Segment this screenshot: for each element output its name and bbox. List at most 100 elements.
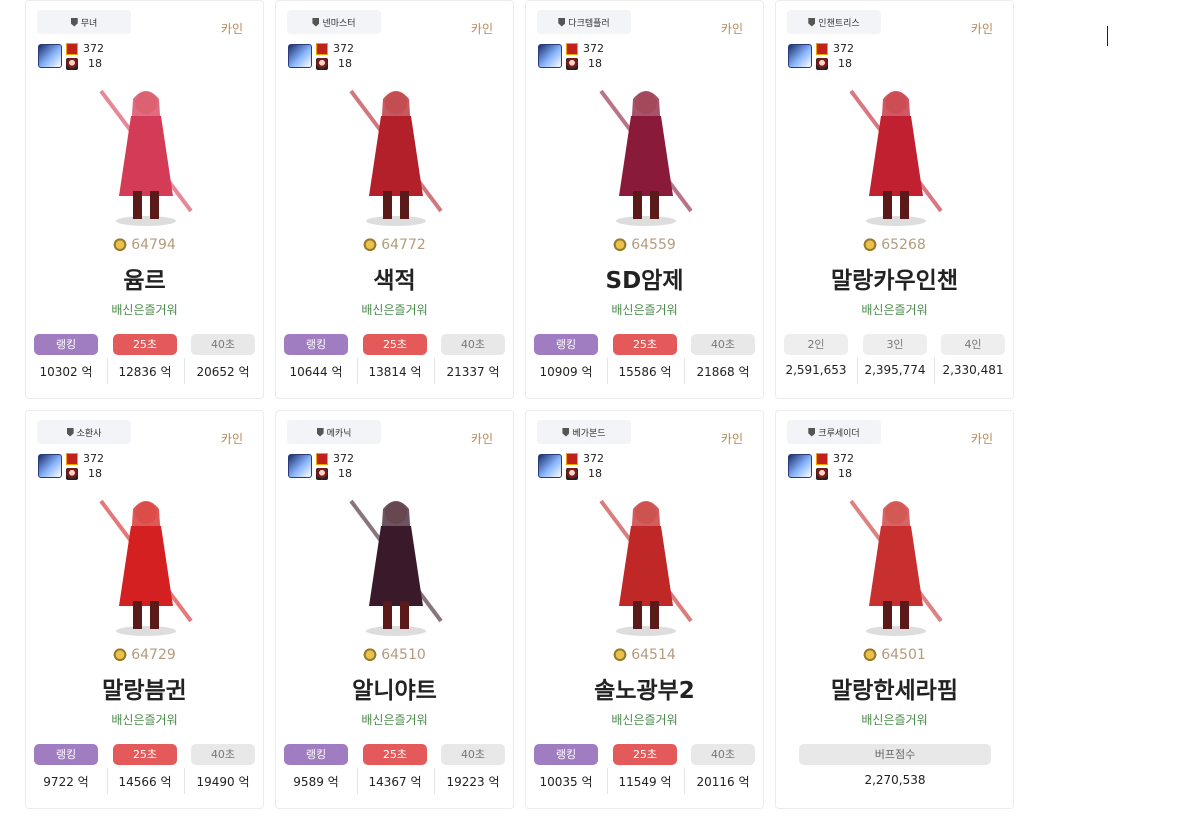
character-card[interactable]: 다크템플러 카인 372 18 64559 SD암제 배신은즐거워 랭킹 1090… xyxy=(525,0,764,399)
job-label: 베가본드 xyxy=(572,428,606,439)
guild-name[interactable]: 배신은즐거워 xyxy=(26,301,263,318)
fame-value: 64794 xyxy=(131,237,176,253)
stat-button[interactable]: 40초 xyxy=(191,744,255,765)
guild-name[interactable]: 배신은즐거워 xyxy=(526,711,763,728)
fame-score: 64794 xyxy=(26,237,263,253)
character-avatar-icon xyxy=(788,44,812,68)
stat-button[interactable]: 25초 xyxy=(363,334,427,355)
stat-value: 21868 억 xyxy=(696,365,750,379)
buff-score-button[interactable]: 버프점수 xyxy=(799,744,991,765)
divider xyxy=(434,768,435,794)
fame-value: 64514 xyxy=(631,647,676,663)
guild-name[interactable]: 배신은즐거워 xyxy=(276,301,513,318)
character-sprite xyxy=(99,499,193,636)
stat-value: 10644 억 xyxy=(289,365,343,379)
job-label: 메카닉 xyxy=(326,428,352,439)
divider xyxy=(357,358,358,384)
stat-button[interactable]: 40초 xyxy=(691,334,755,355)
stat-button[interactable]: 25초 xyxy=(363,744,427,765)
item-level: 372 xyxy=(583,42,604,55)
stat-button[interactable]: 25초 xyxy=(613,744,677,765)
stat-button[interactable]: 랭킹 xyxy=(534,744,598,765)
guild-name[interactable]: 배신은즐거워 xyxy=(776,301,1013,318)
buff-portrait-icon xyxy=(66,58,78,70)
stat-button[interactable]: 40초 xyxy=(191,334,255,355)
stat-button[interactable]: 40초 xyxy=(691,744,755,765)
stat-value: 14566 억 xyxy=(118,775,172,789)
stat-button[interactable]: 랭킹 xyxy=(284,334,348,355)
stat-button[interactable]: 4인 xyxy=(941,334,1005,355)
item-level: 372 xyxy=(583,452,604,465)
item-level: 372 xyxy=(83,452,104,465)
job-badge: 소환사 xyxy=(37,420,131,444)
job-label: 인챈트리스 xyxy=(818,18,860,29)
buff-level: 18 xyxy=(88,467,102,480)
character-name[interactable]: 말랑븜귄 xyxy=(26,671,263,705)
fame-medal-icon xyxy=(113,237,128,251)
guild-name[interactable]: 배신은즐거워 xyxy=(776,711,1013,728)
character-name[interactable]: 말랑한세라핌 xyxy=(776,671,1013,705)
character-sprite xyxy=(849,499,943,636)
stat-button[interactable]: 랭킹 xyxy=(284,744,348,765)
guild-name[interactable]: 배신은즐거워 xyxy=(276,711,513,728)
divider xyxy=(184,358,185,384)
character-card[interactable]: 인챈트리스 카인 372 18 65268 말랑카우인챈 배신은즐거워 2인 2,… xyxy=(775,0,1014,399)
stat-button[interactable]: 25초 xyxy=(113,744,177,765)
character-card[interactable]: 넨마스터 카인 372 18 64772 색적 배신은즐거워 랭킹 10644 억… xyxy=(275,0,514,399)
stat-button[interactable]: 25초 xyxy=(613,334,677,355)
stat-value: 13814 억 xyxy=(368,365,422,379)
stat-button[interactable]: 랭킹 xyxy=(34,744,98,765)
stat-value: 2,330,481 xyxy=(942,363,1004,377)
character-avatar-icon xyxy=(288,44,312,68)
character-name[interactable]: 색적 xyxy=(276,261,513,295)
stat-button[interactable]: 25초 xyxy=(113,334,177,355)
stat-button[interactable]: 40초 xyxy=(441,334,505,355)
stat-button[interactable]: 2인 xyxy=(784,334,848,355)
job-flag-icon xyxy=(66,427,74,437)
buff-level: 18 xyxy=(88,57,102,70)
buff-score-value: 2,270,538 xyxy=(864,773,926,787)
stat-button[interactable]: 랭킹 xyxy=(34,334,98,355)
stat-value: 9589 억 xyxy=(293,775,339,789)
job-flag-icon xyxy=(808,17,816,27)
fame-medal-icon xyxy=(613,237,628,251)
fame-value: 64772 xyxy=(381,237,426,253)
character-sprite xyxy=(349,89,443,226)
buff-level: 18 xyxy=(838,467,852,480)
character-card[interactable]: 크루세이더 카인 372 18 64501 말랑한세라핌 배신은즐거워 버프점수… xyxy=(775,410,1014,809)
guild-name[interactable]: 배신은즐거워 xyxy=(526,301,763,318)
item-level-icon xyxy=(566,453,578,465)
fame-medal-icon xyxy=(363,237,378,251)
character-card[interactable]: 무녀 카인 372 18 64794 윰르 배신은즐거워 랭킹 10302 억 25… xyxy=(25,0,264,399)
server-label: 카인 xyxy=(220,22,243,36)
character-avatar-icon xyxy=(538,44,562,68)
fame-medal-icon xyxy=(113,647,128,661)
job-flag-icon xyxy=(70,17,78,27)
divider xyxy=(684,358,685,384)
item-level-icon xyxy=(316,43,328,55)
character-avatar-icon xyxy=(38,44,62,68)
guild-name[interactable]: 배신은즐거워 xyxy=(26,711,263,728)
item-level-icon xyxy=(816,43,828,55)
divider xyxy=(607,358,608,384)
job-label: 소환사 xyxy=(76,428,102,439)
stat-button[interactable]: 랭킹 xyxy=(534,334,598,355)
character-card[interactable]: 소환사 카인 372 18 64729 말랑븜귄 배신은즐거워 랭킹 9722 억… xyxy=(25,410,264,809)
character-avatar-icon xyxy=(288,454,312,478)
job-flag-icon xyxy=(316,427,324,437)
character-name[interactable]: 윰르 xyxy=(26,261,263,295)
character-name[interactable]: 말랑카우인챈 xyxy=(776,261,1013,295)
character-name[interactable]: 솔노광부2 xyxy=(526,671,763,705)
stat-button[interactable]: 3인 xyxy=(863,334,927,355)
character-card[interactable]: 베가본드 카인 372 18 64514 솔노광부2 배신은즐거워 랭킹 1003… xyxy=(525,410,764,809)
character-name[interactable]: 알니야트 xyxy=(276,671,513,705)
server-label: 카인 xyxy=(720,432,743,446)
buff-level: 18 xyxy=(338,467,352,480)
divider xyxy=(857,358,858,384)
character-name[interactable]: SD암제 xyxy=(526,261,763,295)
divider xyxy=(107,768,108,794)
stat-button[interactable]: 40초 xyxy=(441,744,505,765)
buff-level: 18 xyxy=(338,57,352,70)
character-card[interactable]: 메카닉 카인 372 18 64510 알니야트 배신은즐거워 랭킹 9589 억… xyxy=(275,410,514,809)
stat-value: 21337 억 xyxy=(446,365,500,379)
